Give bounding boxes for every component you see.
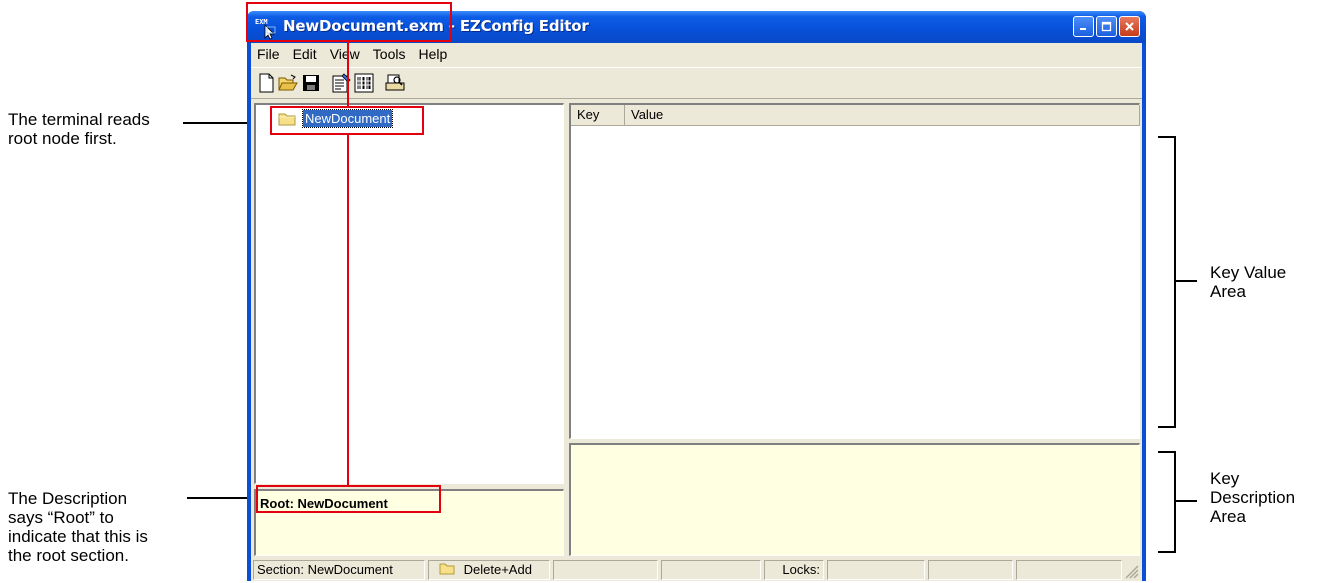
key-value-list[interactable]: Key Value — [569, 103, 1140, 439]
new-document-button[interactable] — [255, 72, 277, 94]
annotation-description-line2: says “Root” to — [8, 508, 114, 527]
status-bar: Section: NewDocument Delete+Add Locks: — [251, 559, 1142, 581]
window-title-app: EZConfig Editor — [459, 17, 589, 35]
menu-edit[interactable]: Edit — [287, 43, 324, 65]
status-cell-empty-2 — [661, 560, 761, 580]
key-value-header: Key Value — [571, 105, 1140, 126]
annotation-description-line1: The Description — [8, 489, 128, 508]
maximize-icon — [1101, 21, 1112, 32]
save-icon — [303, 75, 319, 91]
annotation-key-description-line3: Area — [1210, 507, 1246, 526]
status-mode-label: Delete+Add — [463, 562, 532, 577]
annotation-root-node-line1: The terminal reads — [8, 110, 150, 129]
maximize-button[interactable] — [1096, 16, 1117, 37]
section-tree-pane[interactable]: NewDocument — [254, 103, 564, 484]
key-description-pane — [569, 443, 1140, 556]
menu-tools[interactable]: Tools — [367, 43, 413, 65]
annotation-root-node-line2: root node first. — [8, 129, 117, 148]
annotation-key-description-line1: Key — [1210, 469, 1240, 488]
minimize-button[interactable] — [1073, 16, 1094, 37]
status-locks-label: Locks: — [764, 560, 824, 580]
new-document-icon — [259, 73, 274, 93]
annotation-key-value-area: Key Value Area — [1210, 263, 1286, 301]
print-preview-button[interactable] — [384, 72, 406, 94]
annotation-key-description-area: Key Description Area — [1210, 469, 1295, 526]
annotation-description-leader — [187, 497, 247, 499]
annotation-description-line4: the root section. — [8, 546, 129, 565]
print-preview-icon — [385, 74, 405, 91]
resize-grip-icon[interactable] — [1123, 563, 1139, 579]
open-folder-icon — [278, 74, 298, 91]
minimize-icon — [1080, 28, 1086, 30]
key-value-area-bracket — [1158, 136, 1176, 428]
close-icon — [1125, 22, 1134, 31]
barcode-icon — [354, 73, 374, 93]
toolbar — [251, 67, 1142, 99]
status-folder-icon — [439, 563, 455, 575]
annotation-key-description-line2: Description — [1210, 488, 1296, 507]
annotation-root-node-leader — [183, 122, 247, 124]
highlight-connector-bottom — [347, 135, 349, 485]
status-cell-empty-1 — [553, 560, 658, 580]
barcode-button[interactable] — [353, 72, 375, 94]
close-button[interactable] — [1119, 16, 1140, 37]
menu-help[interactable]: Help — [412, 43, 454, 65]
key-description-area-bracket — [1158, 451, 1176, 553]
highlight-description — [256, 485, 441, 513]
highlight-window-title — [246, 2, 452, 42]
status-mode: Delete+Add — [428, 560, 550, 580]
highlight-connector-top — [347, 42, 349, 106]
menu-file[interactable]: File — [251, 43, 287, 65]
highlight-root-node — [270, 106, 424, 135]
open-folder-button[interactable] — [277, 72, 299, 94]
annotation-root-node: The terminal reads root node first. — [8, 110, 150, 148]
menu-view[interactable]: View — [324, 43, 367, 65]
annotation-key-value-line1: Key Value — [1210, 263, 1287, 282]
column-header-value[interactable]: Value — [625, 105, 1140, 125]
key-description-area-leader — [1175, 500, 1197, 502]
annotation-description-line3: indicate that this is — [8, 527, 148, 546]
save-button[interactable] — [300, 72, 322, 94]
status-cell-empty-4 — [1016, 560, 1122, 580]
key-value-area-leader — [1175, 280, 1197, 282]
window-controls — [1073, 16, 1140, 37]
status-locks-value — [827, 560, 925, 580]
menu-bar: File Edit View Tools Help — [251, 43, 1142, 65]
annotation-key-value-line2: Area — [1210, 282, 1246, 301]
status-section: Section: NewDocument — [253, 560, 425, 580]
status-cell-empty-3 — [928, 560, 1013, 580]
column-header-key[interactable]: Key — [571, 105, 625, 125]
annotation-description: The Description says “Root” to indicate … — [8, 489, 148, 565]
